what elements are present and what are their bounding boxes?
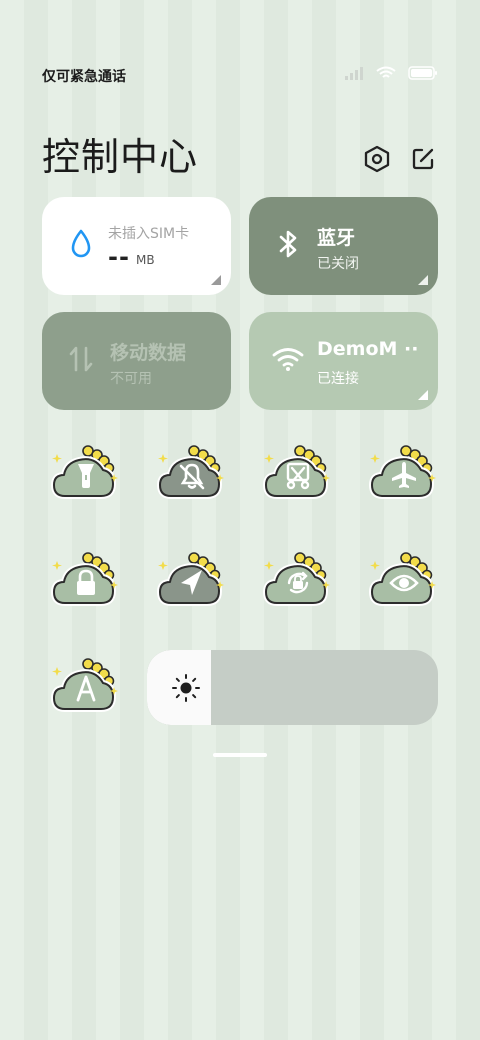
status-icons [344,66,438,80]
toggle-lock-screen[interactable] [51,549,121,613]
wifi-name-text: DemoM [317,338,398,360]
water-drop-icon [64,227,98,261]
data-arrows-icon [64,342,98,376]
mobile-data-label: 移动数据 [110,342,187,364]
wifi-status: 已连接 [317,371,359,387]
toggle-rotation-lock[interactable] [263,549,333,613]
lock-icon [71,567,101,597]
wifi-tile[interactable]: DemoM ·· 已连接 [249,312,438,410]
wifi-icon [376,66,396,78]
toggle-location[interactable] [157,549,227,613]
settings-hexagon-icon [364,145,390,173]
scissors-icon [283,460,313,490]
sim-status-label: 未插入SIM卡 [108,226,190,242]
rotation-lock-icon [283,567,313,597]
expand-corner-icon [418,275,428,285]
page-title: 控制中心 [42,135,199,179]
bell-off-icon [177,460,207,490]
home-indicator[interactable] [213,753,267,757]
bluetooth-icon [271,227,305,261]
wifi-network-name: DemoM ·· [317,338,418,360]
edit-button[interactable] [406,142,440,176]
toggle-auto-brightness[interactable] [51,655,121,719]
brightness-slider[interactable] [147,650,438,725]
toggle-airplane-mode[interactable] [369,442,439,506]
sun-icon [172,674,200,702]
settings-button[interactable] [360,142,394,176]
status-bar: 仅可紧急通话 [0,0,480,120]
bluetooth-tile[interactable]: 蓝牙 已关闭 [249,197,438,295]
toggle-screenshot[interactable] [263,442,333,506]
wifi-name-ellipsis: ·· [404,338,419,360]
expand-corner-icon [418,390,428,400]
bluetooth-status: 已关闭 [317,256,359,272]
signal-icon [345,67,363,80]
mobile-data-status: 不可用 [110,371,152,387]
wifi-icon [271,342,305,376]
battery-icon [408,66,437,80]
eye-icon [389,567,419,597]
data-usage-unit: MB [136,253,155,267]
bluetooth-label: 蓝牙 [317,227,356,249]
location-arrow-icon [177,567,207,597]
mobile-data-tile[interactable]: 移动数据 不可用 [42,312,231,410]
toggle-mute[interactable] [157,442,227,506]
expand-corner-icon [211,275,221,285]
letter-a-icon [71,673,101,703]
sim-card-tile[interactable]: 未插入SIM卡 -- MB [42,197,231,295]
toggle-reading-mode[interactable] [369,549,439,613]
flashlight-icon [71,460,101,490]
carrier-text: 仅可紧急通话 [42,69,126,85]
toggle-flashlight[interactable] [51,442,121,506]
data-usage-value: -- [108,243,130,271]
edit-icon [412,148,434,170]
airplane-icon [389,460,419,490]
